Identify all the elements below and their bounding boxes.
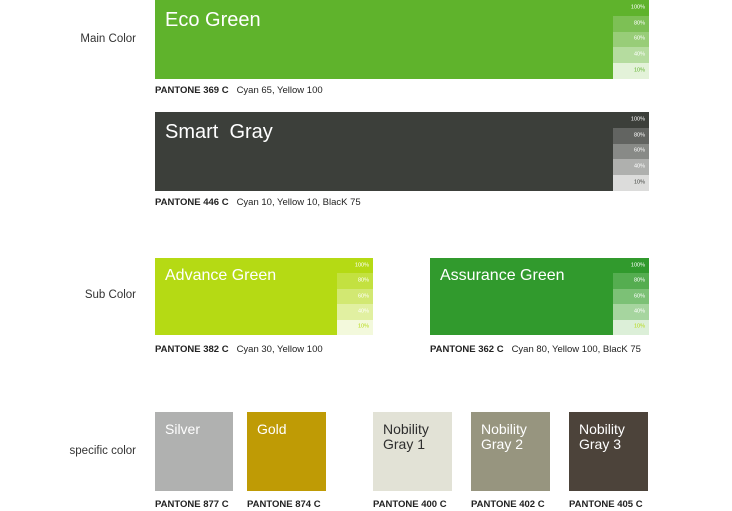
swatch-eco-green: Eco Green 100% 80% 60% 40% 10% bbox=[155, 0, 649, 79]
sub-color-label: Sub Color bbox=[84, 289, 136, 301]
pantone-caption: PANTONE 405 C bbox=[569, 499, 643, 510]
pantone-code: PANTONE 405 C bbox=[569, 499, 643, 510]
pantone-caption: PANTONE 874 C bbox=[247, 499, 321, 510]
tint-cell: 100% bbox=[613, 112, 649, 128]
tint-cell: 60% bbox=[337, 288, 373, 305]
tint-strip: 100% 80% 60% 40% 10% bbox=[613, 0, 649, 79]
tint-cell: 80% bbox=[613, 15, 649, 32]
tint-cell: 10% bbox=[613, 175, 649, 191]
pantone-code: PANTONE 362 C bbox=[430, 344, 504, 355]
swatch-silver: Silver bbox=[155, 412, 233, 491]
tint-percent-label: 10% bbox=[357, 323, 369, 330]
tint-percent-label: 80% bbox=[633, 131, 645, 138]
tint-percent-label: 10% bbox=[633, 179, 645, 186]
swatch-name: Advance Green bbox=[165, 267, 277, 284]
pantone-caption: PANTONE 877 C bbox=[155, 499, 229, 510]
tint-cell: 100% bbox=[613, 258, 649, 274]
tint-strip: 100% 80% 60% 40% 10% bbox=[613, 112, 649, 191]
tint-percent-label: 40% bbox=[357, 308, 369, 315]
swatch-name: Smart Gray bbox=[165, 121, 273, 143]
tint-percent-label: 100% bbox=[630, 261, 645, 268]
tint-percent-label: 60% bbox=[633, 35, 645, 42]
swatch-advance-green: Advance Green 100% 80% 60% 40% 10% bbox=[155, 258, 373, 336]
tint-cell: 40% bbox=[613, 47, 649, 64]
swatch-gold: Gold bbox=[247, 412, 326, 491]
pantone-code: PANTONE 400 C bbox=[373, 499, 447, 510]
tint-cell: 10% bbox=[613, 319, 649, 336]
tint-percent-label: 100% bbox=[354, 261, 369, 268]
pantone-caption: PANTONE 369 C Cyan 65, Yellow 100 bbox=[155, 85, 323, 96]
main-color-label: Main Color bbox=[80, 33, 136, 45]
tint-cell: 80% bbox=[613, 273, 649, 289]
pantone-caption: PANTONE 402 C bbox=[471, 499, 545, 510]
tint-cell: 10% bbox=[337, 319, 373, 336]
tint-percent-label: 40% bbox=[633, 163, 645, 170]
tint-cell: 60% bbox=[613, 31, 649, 48]
tint-percent-label: 80% bbox=[357, 277, 369, 284]
swatch-nobility-gray-2: Nobility Gray 2 bbox=[471, 412, 550, 491]
swatch-assurance-green: Assurance Green 100% 80% 60% 40% 10% bbox=[430, 258, 649, 336]
specific-color-label: specific color bbox=[69, 445, 136, 457]
pantone-code: PANTONE 369 C bbox=[155, 85, 229, 96]
tint-percent-label: 40% bbox=[633, 308, 645, 315]
swatch-name: Nobility Gray 3 bbox=[579, 421, 625, 452]
tint-cell: 100% bbox=[337, 258, 373, 274]
swatch-name: Gold bbox=[257, 421, 287, 437]
tint-percent-label: 100% bbox=[630, 116, 645, 123]
tint-cell: 40% bbox=[613, 159, 649, 176]
cmyk-spec: Cyan 65, Yellow 100 bbox=[236, 85, 323, 96]
swatch-nobility-gray-3: Nobility Gray 3 bbox=[569, 412, 648, 491]
tint-strip: 100% 80% 60% 40% 10% bbox=[613, 258, 649, 336]
pantone-code: PANTONE 446 C bbox=[155, 197, 229, 208]
pantone-code: PANTONE 877 C bbox=[155, 499, 229, 510]
tint-percent-label: 60% bbox=[357, 292, 369, 299]
tint-strip: 100% 80% 60% 40% 10% bbox=[337, 258, 373, 336]
tint-percent-label: 40% bbox=[633, 51, 645, 58]
swatch-nobility-gray-1: Nobility Gray 1 bbox=[373, 412, 452, 491]
pantone-caption: PANTONE 446 C Cyan 10, Yellow 10, BlacK 7… bbox=[155, 197, 361, 208]
tint-percent-label: 10% bbox=[633, 67, 645, 74]
tint-cell: 80% bbox=[613, 127, 649, 144]
swatch-name: Silver bbox=[165, 421, 201, 437]
tint-cell: 40% bbox=[613, 304, 649, 320]
tint-cell: 60% bbox=[613, 288, 649, 305]
swatch-smart-gray: Smart Gray 100% 80% 60% 40% 10% bbox=[155, 112, 649, 191]
pantone-caption: PANTONE 400 C bbox=[373, 499, 447, 510]
tint-percent-label: 100% bbox=[630, 4, 645, 11]
tint-cell: 10% bbox=[613, 63, 649, 79]
tint-cell: 60% bbox=[613, 143, 649, 160]
pantone-code: PANTONE 874 C bbox=[247, 499, 321, 510]
tint-percent-label: 60% bbox=[633, 292, 645, 299]
cmyk-spec: Cyan 30, Yellow 100 bbox=[236, 344, 323, 355]
pantone-caption: PANTONE 382 C Cyan 30, Yellow 100 bbox=[155, 344, 323, 355]
pantone-caption: PANTONE 362 C Cyan 80, Yellow 100, BlacK … bbox=[430, 344, 641, 355]
swatch-name: Eco Green bbox=[165, 9, 261, 31]
tint-cell: 40% bbox=[337, 304, 373, 320]
swatch-name: Nobility Gray 1 bbox=[383, 421, 429, 452]
pantone-code: PANTONE 382 C bbox=[155, 344, 229, 355]
cmyk-spec: Cyan 80, Yellow 100, BlacK 75 bbox=[511, 344, 641, 355]
cmyk-spec: Cyan 10, Yellow 10, BlacK 75 bbox=[236, 197, 361, 208]
tint-cell: 100% bbox=[613, 0, 649, 16]
tint-percent-label: 10% bbox=[633, 323, 645, 330]
tint-percent-label: 60% bbox=[633, 147, 645, 154]
tint-percent-label: 80% bbox=[633, 19, 645, 26]
pantone-code: PANTONE 402 C bbox=[471, 499, 545, 510]
tint-percent-label: 80% bbox=[633, 277, 645, 284]
tint-cell: 80% bbox=[337, 273, 373, 289]
swatch-name: Assurance Green bbox=[440, 267, 565, 284]
swatch-name: Nobility Gray 2 bbox=[481, 421, 527, 452]
